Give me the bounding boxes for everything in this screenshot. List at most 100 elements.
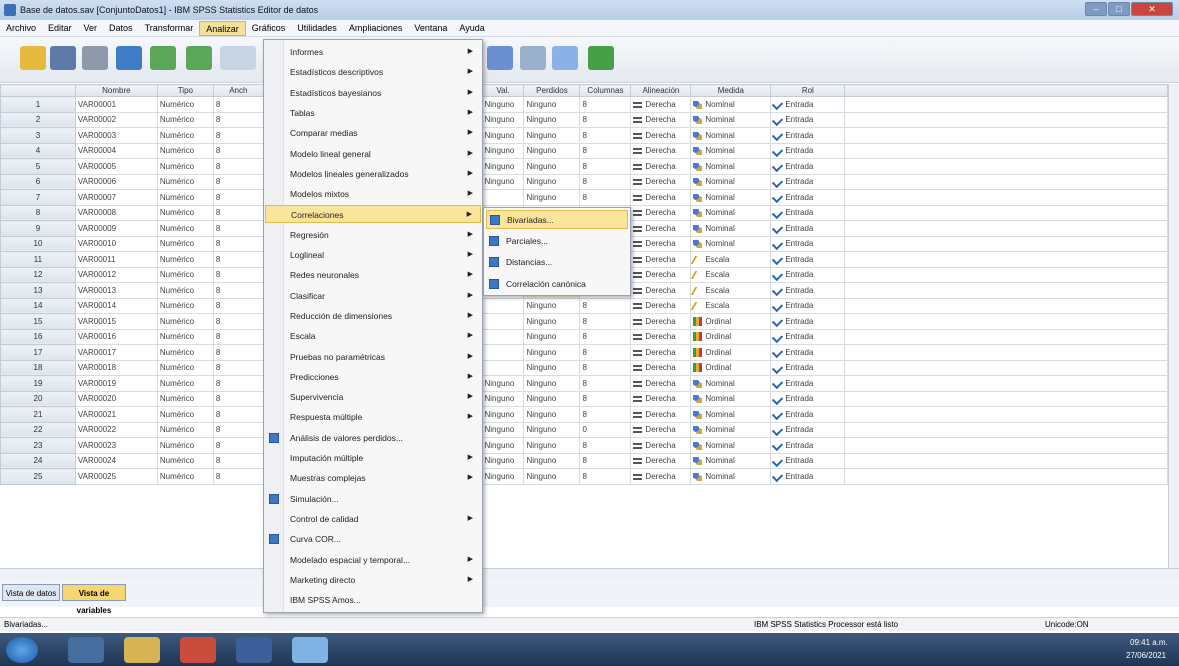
cell-columns[interactable]: 8 <box>579 328 632 345</box>
cell-type[interactable]: Numérico <box>156 359 214 376</box>
cell-values[interactable] <box>481 189 525 206</box>
cell-type[interactable]: Numérico <box>156 452 214 469</box>
cell-width[interactable]: 8 <box>212 96 264 113</box>
row-number[interactable]: 24 <box>0 452 76 469</box>
cell-align[interactable]: Derecha <box>630 437 692 454</box>
cell-missing[interactable]: Ninguno <box>523 173 581 190</box>
menu-0[interactable]: Archivo <box>0 21 42 36</box>
cell-type[interactable]: Numérico <box>156 235 214 252</box>
cell-width[interactable]: 8 <box>212 142 264 159</box>
cell-empty[interactable] <box>844 297 1168 314</box>
cell-measure[interactable]: Nominal <box>690 468 772 485</box>
cell-align[interactable]: Derecha <box>630 344 692 361</box>
print-icon[interactable] <box>82 46 108 70</box>
cell-align[interactable]: Derecha <box>630 328 692 345</box>
start-button-icon[interactable] <box>6 637 38 663</box>
cell-name[interactable]: VAR00021 <box>74 406 158 423</box>
cell-measure[interactable]: Ordinal <box>690 313 772 330</box>
horizontal-scrollbar[interactable] <box>0 568 1179 579</box>
spss-taskbar-icon[interactable] <box>236 637 272 663</box>
cell-measure[interactable]: Ordinal <box>690 328 772 345</box>
cell-columns[interactable]: 8 <box>579 189 632 206</box>
menu-item[interactable]: Reducción de dimensiones ▶ <box>265 307 481 325</box>
cell-missing[interactable]: Ninguno <box>523 297 581 314</box>
cell-name[interactable]: VAR00024 <box>74 452 158 469</box>
cell-empty[interactable] <box>844 127 1168 144</box>
cell-role[interactable]: Entrada <box>770 220 846 237</box>
cell-width[interactable]: 8 <box>212 421 264 438</box>
cell-name[interactable]: VAR00025 <box>74 468 158 485</box>
cell-values[interactable]: Ninguno <box>481 158 525 175</box>
row-number[interactable]: 5 <box>0 158 76 175</box>
dialog-recall-icon[interactable] <box>116 46 142 70</box>
cell-empty[interactable] <box>844 235 1168 252</box>
cell-width[interactable]: 8 <box>212 204 264 221</box>
cell-measure[interactable]: Nominal <box>690 220 772 237</box>
cell-type[interactable]: Numérico <box>156 375 214 392</box>
cell-width[interactable]: 8 <box>212 111 264 128</box>
close-button[interactable]: ✕ <box>1131 2 1173 16</box>
cell-role[interactable]: Entrada <box>770 173 846 190</box>
cell-align[interactable]: Derecha <box>630 406 692 423</box>
cell-missing[interactable]: Ninguno <box>523 344 581 361</box>
internet-explorer-icon[interactable] <box>292 637 328 663</box>
cell-align[interactable]: Derecha <box>630 142 692 159</box>
cell-measure[interactable]: Escala <box>690 251 772 268</box>
menu-item[interactable]: IBM SPSS Amos... <box>265 591 481 609</box>
cell-width[interactable]: 8 <box>212 359 264 376</box>
cell-width[interactable]: 8 <box>212 328 264 345</box>
cell-missing[interactable]: Ninguno <box>523 111 581 128</box>
cell-empty[interactable] <box>844 266 1168 283</box>
cell-type[interactable]: Numérico <box>156 344 214 361</box>
row-number[interactable]: 22 <box>0 421 76 438</box>
cell-values[interactable]: Ninguno <box>481 375 525 392</box>
cell-empty[interactable] <box>844 406 1168 423</box>
cell-missing[interactable]: Ninguno <box>523 127 581 144</box>
cell-width[interactable]: 8 <box>212 390 264 407</box>
cell-columns[interactable]: 8 <box>579 406 632 423</box>
cell-type[interactable]: Numérico <box>156 328 214 345</box>
cell-values[interactable]: Ninguno <box>481 421 525 438</box>
cell-role[interactable]: Entrada <box>770 111 846 128</box>
cell-name[interactable]: VAR00004 <box>74 142 158 159</box>
cell-empty[interactable] <box>844 328 1168 345</box>
cell-empty[interactable] <box>844 421 1168 438</box>
cell-columns[interactable]: 8 <box>579 313 632 330</box>
menu-item[interactable]: Tablas ▶ <box>265 104 481 122</box>
cell-name[interactable]: VAR00010 <box>74 235 158 252</box>
cell-empty[interactable] <box>844 251 1168 268</box>
menu-item[interactable]: Análisis de valores perdidos... <box>265 429 481 447</box>
cell-name[interactable]: VAR00019 <box>74 375 158 392</box>
cell-align[interactable]: Derecha <box>630 266 692 283</box>
cell-name[interactable]: VAR00018 <box>74 359 158 376</box>
row-number[interactable]: 17 <box>0 344 76 361</box>
cell-width[interactable]: 8 <box>212 266 264 283</box>
cell-role[interactable]: Entrada <box>770 452 846 469</box>
menu-item[interactable]: Control de calidad ▶ <box>265 510 481 528</box>
cell-empty[interactable] <box>844 359 1168 376</box>
row-number[interactable]: 9 <box>0 220 76 237</box>
cell-name[interactable]: VAR00008 <box>74 204 158 221</box>
cell-measure[interactable]: Nominal <box>690 96 772 113</box>
menu-item[interactable]: Modelos mixtos ▶ <box>265 185 481 203</box>
cell-width[interactable]: 8 <box>212 375 264 392</box>
row-number[interactable]: 6 <box>0 173 76 190</box>
cell-type[interactable]: Numérico <box>156 189 214 206</box>
cell-role[interactable]: Entrada <box>770 142 846 159</box>
cell-type[interactable]: Numérico <box>156 204 214 221</box>
cell-missing[interactable]: Ninguno <box>523 96 581 113</box>
row-number[interactable]: 11 <box>0 251 76 268</box>
cell-role[interactable]: Entrada <box>770 189 846 206</box>
file-explorer-icon[interactable] <box>124 637 160 663</box>
menu-item[interactable]: Pruebas no paramétricas ▶ <box>265 348 481 366</box>
cell-width[interactable]: 8 <box>212 297 264 314</box>
taskbar-app-icon[interactable] <box>68 637 104 663</box>
undo-icon[interactable] <box>150 46 176 70</box>
cell-columns[interactable]: 8 <box>579 158 632 175</box>
cell-width[interactable]: 8 <box>212 189 264 206</box>
cell-columns[interactable]: 8 <box>579 142 632 159</box>
cell-role[interactable]: Entrada <box>770 421 846 438</box>
cell-type[interactable]: Numérico <box>156 127 214 144</box>
cell-role[interactable]: Entrada <box>770 204 846 221</box>
menu-item[interactable]: Marketing directo ▶ <box>265 571 481 589</box>
